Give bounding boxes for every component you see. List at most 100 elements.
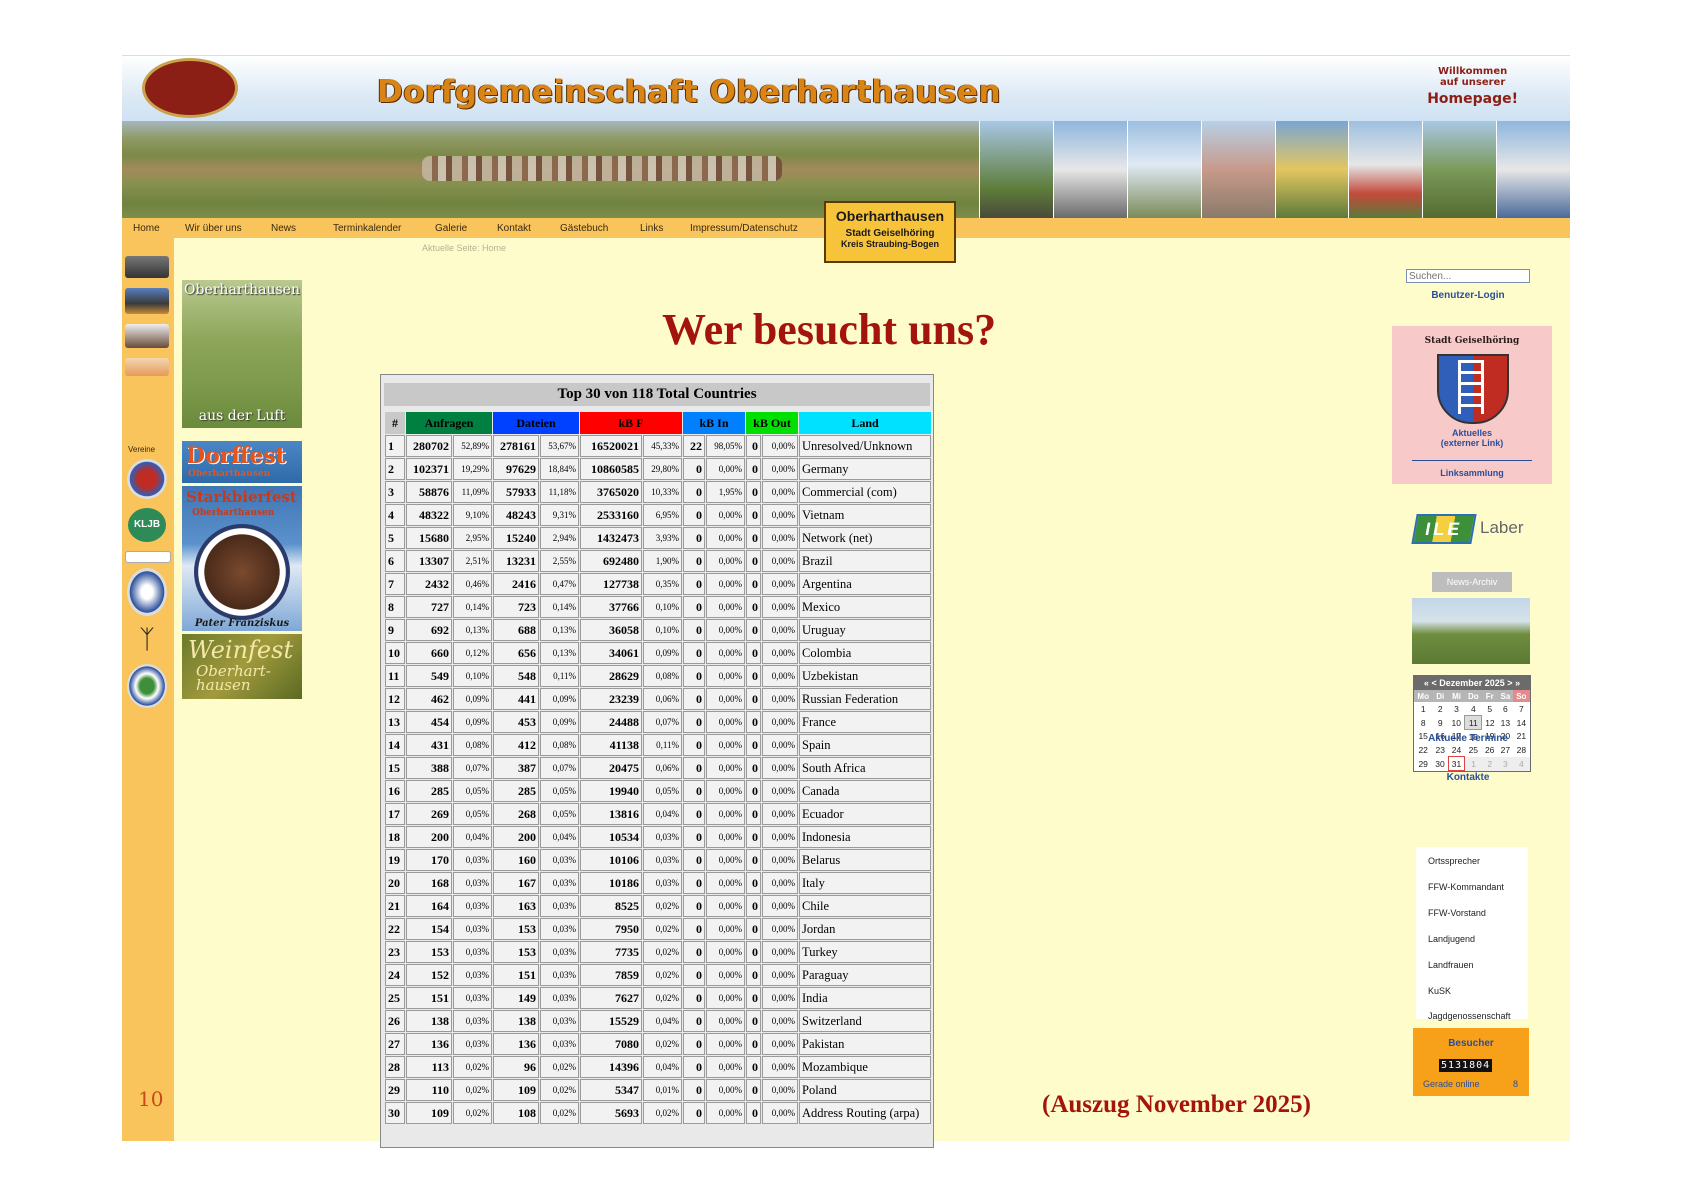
calendar-day[interactable]: 13	[1498, 716, 1514, 730]
contact-kusk[interactable]: KuSK	[1428, 986, 1451, 996]
kljb-emblem-icon[interactable]: KLJB	[128, 508, 166, 542]
calendar-day[interactable]: 29	[1414, 757, 1432, 771]
country-cell: Russian Federation	[799, 688, 931, 710]
table-row: 20 168 0,03% 167 0,03% 10186 0,03% 0 0,00% 0 0,00%…	[385, 872, 931, 894]
rank-cell: 21	[385, 895, 405, 917]
value-cell: 0,00%	[706, 573, 745, 595]
jagd-antlers-icon[interactable]: ᛉ	[128, 622, 166, 656]
value-cell: 0,00%	[762, 619, 798, 641]
contact-ffw-vorstand[interactable]: FFW-Vorstand	[1428, 908, 1486, 918]
value-cell: 0	[683, 734, 705, 756]
calendar-day[interactable]: 14	[1513, 716, 1529, 730]
contact-ffw-kommandant[interactable]: FFW-Kommandant	[1428, 882, 1504, 892]
calendar-day[interactable]: 31	[1447, 756, 1466, 771]
calendar-day[interactable]: 9	[1432, 716, 1448, 730]
stats-column-header[interactable]: kB F	[580, 412, 682, 434]
value-cell: 52,89%	[453, 435, 492, 457]
verein-emblem-icon[interactable]	[127, 664, 167, 708]
calendar-day[interactable]: 11	[1464, 715, 1483, 730]
map-thumb-icon[interactable]	[125, 358, 169, 376]
stats-column-header[interactable]: Dateien	[493, 412, 579, 434]
stats-column-header[interactable]: Anfragen	[406, 412, 492, 434]
value-cell: 127738	[580, 573, 642, 595]
value-cell: 0,07%	[643, 711, 682, 733]
stats-column-header[interactable]: #	[385, 412, 405, 434]
contact-landjugend[interactable]: Landjugend	[1428, 934, 1475, 944]
calendar-day[interactable]: 2	[1481, 756, 1498, 771]
starkbierfest-promo-banner[interactable]: Starkbierfest Oberharthausen Pater Franz…	[182, 486, 302, 631]
contact-jagdgenossenschaft[interactable]: Jagdgenossenschaft	[1428, 1011, 1511, 1021]
starkbier-caption: Pater Franziskus	[194, 618, 290, 629]
calendar-day[interactable]: 24	[1448, 743, 1465, 757]
login-link[interactable]: Benutzer-Login	[1398, 290, 1538, 301]
calendar-day[interactable]: 27	[1498, 743, 1514, 757]
calendar-day[interactable]: 1	[1464, 756, 1482, 771]
linksammlung-link[interactable]: Linksammlung	[1392, 468, 1552, 478]
nav-impressum[interactable]: Impressum/Datenschutz	[690, 223, 798, 234]
nav-gaestebuch[interactable]: Gästebuch	[560, 223, 608, 234]
value-cell: 0,13%	[540, 619, 579, 641]
news-photo[interactable]	[1412, 598, 1530, 664]
online-label: Gerade online	[1423, 1079, 1480, 1089]
next-year-button[interactable]: »	[1515, 678, 1520, 688]
site-logo[interactable]	[142, 58, 238, 118]
value-cell: 0,02%	[540, 1056, 579, 1078]
nav-news[interactable]: News	[271, 223, 296, 234]
aktuelle-termine-link[interactable]: Aktuelle Termine	[1398, 733, 1538, 744]
schuetzen-emblem-icon[interactable]	[127, 568, 167, 616]
calendar-day[interactable]: 2	[1432, 702, 1448, 716]
calendar-day[interactable]: 26	[1482, 743, 1498, 757]
church-thumb-icon[interactable]	[125, 288, 169, 314]
country-cell: Paraguay	[799, 964, 931, 986]
search-input[interactable]	[1406, 269, 1530, 283]
aktuelles-link[interactable]: Aktuelles (externer Link)	[1392, 428, 1552, 448]
nav-links[interactable]: Links	[640, 223, 663, 234]
rank-cell: 16	[385, 780, 405, 802]
calendar-day[interactable]: 5	[1482, 702, 1498, 716]
table-row: 3 58876 11,09% 57933 11,18% 3765020 10,33% 0 1,9…	[385, 481, 931, 503]
calendar-day[interactable]: 7	[1513, 702, 1529, 716]
slide-heading: Wer besucht uns?	[662, 305, 997, 354]
dorffest-promo-banner[interactable]: Dorffest Oberharthausen	[182, 441, 302, 483]
nav-kontakt[interactable]: Kontakt	[497, 223, 531, 234]
nav-wir-ueber-uns[interactable]: Wir über uns	[185, 223, 242, 234]
stats-column-header[interactable]: kB Out	[746, 412, 798, 434]
landfrauen-emblem-icon[interactable]	[125, 551, 171, 563]
contact-landfrauen[interactable]: Landfrauen	[1428, 960, 1474, 970]
aerial-thumb-icon[interactable]	[125, 256, 169, 278]
prev-month-button[interactable]: <	[1431, 678, 1436, 688]
calendar-day[interactable]: 1	[1414, 702, 1432, 716]
ile-laber-logo[interactable]: ILE Laber	[1411, 506, 1538, 556]
rank-cell: 10	[385, 642, 405, 664]
ffw-emblem-icon[interactable]	[127, 459, 167, 499]
calendar-day[interactable]: 28	[1513, 743, 1529, 757]
calendar-day[interactable]: 30	[1432, 757, 1448, 771]
calendar-day[interactable]: 10	[1448, 716, 1465, 730]
calendar-day[interactable]: 22	[1414, 743, 1432, 757]
next-month-button[interactable]: >	[1507, 678, 1512, 688]
calendar-day[interactable]: 4	[1513, 756, 1530, 771]
calendar-day[interactable]: 3	[1448, 702, 1465, 716]
calendar-day[interactable]: 6	[1498, 702, 1514, 716]
prev-year-button[interactable]: «	[1424, 678, 1429, 688]
calendar-week: 22 23 24 25 26 27 28	[1414, 743, 1530, 757]
calendar-day[interactable]: 8	[1414, 716, 1432, 730]
luft-promo-banner[interactable]: Oberharthausen aus der Luft	[182, 280, 302, 428]
value-cell: 0	[746, 435, 761, 457]
stats-column-header[interactable]: Land	[799, 412, 931, 434]
nav-galerie[interactable]: Galerie	[435, 223, 467, 234]
nav-home[interactable]: Home	[133, 223, 160, 234]
calendar-day[interactable]: 4	[1465, 702, 1482, 716]
contact-ortssprecher[interactable]: Ortssprecher	[1428, 856, 1480, 866]
value-cell: 0	[683, 1056, 705, 1078]
calendar-day[interactable]: 12	[1482, 716, 1498, 730]
building-thumb-icon[interactable]	[125, 324, 169, 348]
calendar-day[interactable]: 3	[1497, 756, 1514, 771]
stats-column-header[interactable]: kB In	[683, 412, 745, 434]
value-cell: 0,02%	[453, 1102, 492, 1124]
calendar-day[interactable]: 23	[1432, 743, 1448, 757]
calendar-day[interactable]: 25	[1465, 743, 1482, 757]
news-archiv-button[interactable]: News-Archiv	[1432, 572, 1512, 592]
weinfest-promo-banner[interactable]: Weinfest Oberhart-hausen	[182, 634, 302, 699]
nav-terminkalender[interactable]: Terminkalender	[333, 223, 401, 234]
